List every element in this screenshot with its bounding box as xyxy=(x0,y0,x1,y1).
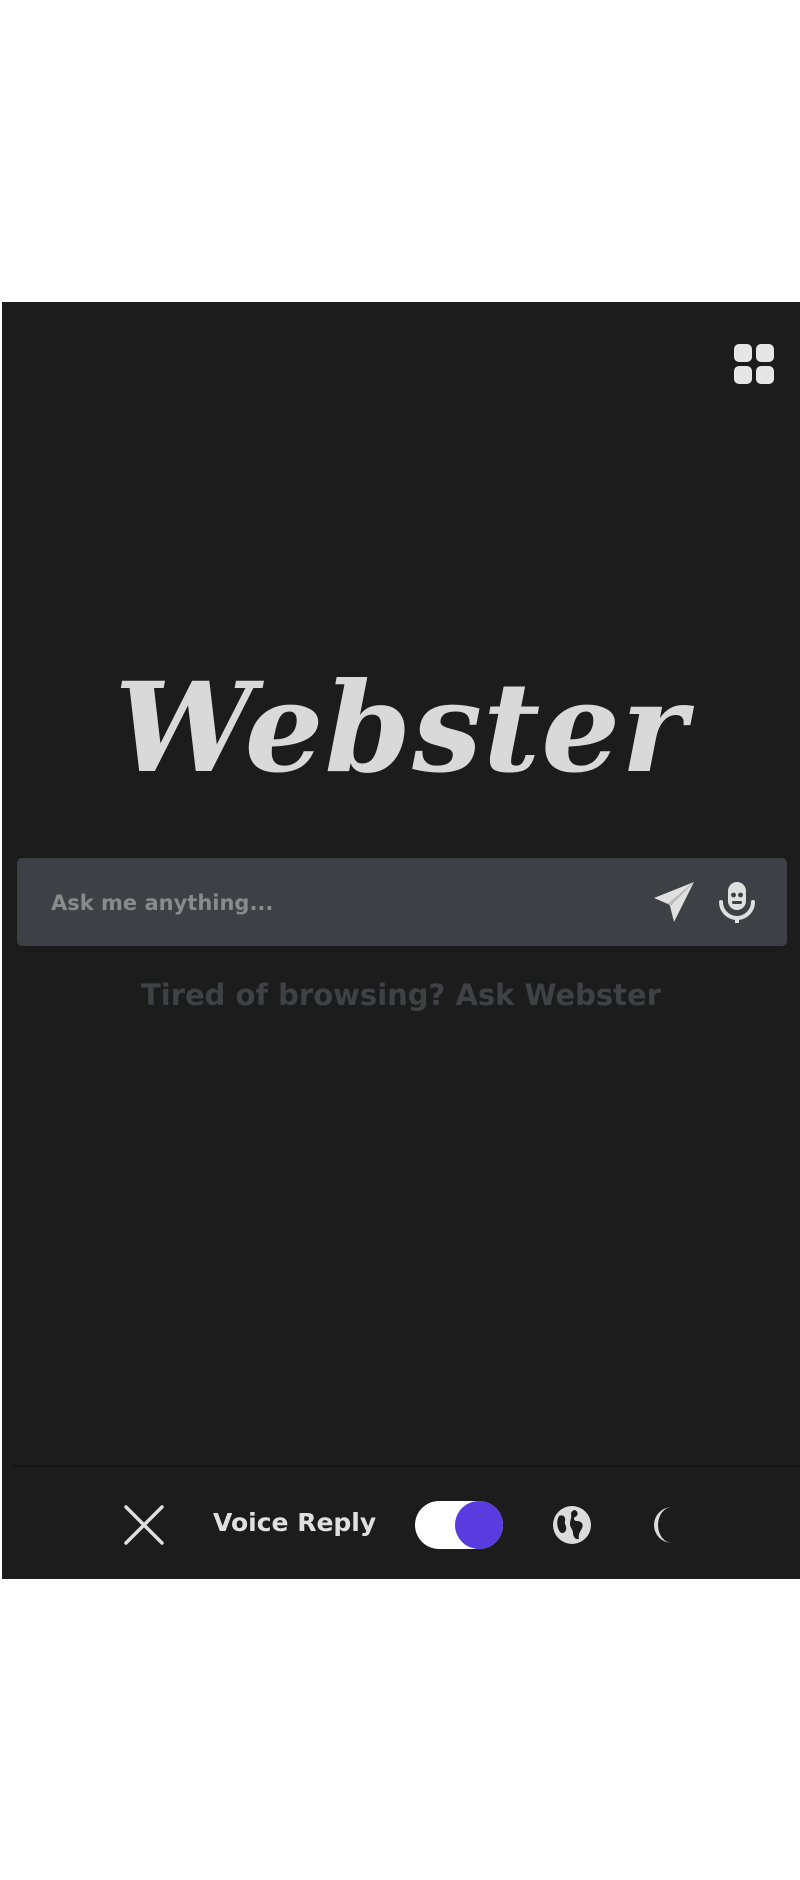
moon-icon xyxy=(654,1507,672,1543)
language-button[interactable] xyxy=(551,1504,593,1546)
apps-menu-button[interactable] xyxy=(734,344,774,384)
paper-plane-icon xyxy=(654,882,694,922)
microphone-icon xyxy=(719,882,755,923)
send-button[interactable] xyxy=(650,878,698,926)
grid-apps-icon xyxy=(734,344,774,384)
webster-logo: Webster xyxy=(114,656,688,801)
search-bar xyxy=(17,858,787,948)
close-button[interactable] xyxy=(122,1503,166,1547)
theme-toggle-button[interactable] xyxy=(642,1503,686,1547)
toggle-knob xyxy=(455,1501,503,1549)
mic-button[interactable] xyxy=(713,878,761,926)
webster-app: Webster Tired of browsing? Ask Webster xyxy=(2,302,800,1579)
globe-icon xyxy=(553,1506,591,1544)
tagline: Tired of browsing? Ask Webster xyxy=(140,978,662,1012)
close-icon xyxy=(124,1505,164,1545)
search-input[interactable] xyxy=(49,858,613,948)
voice-reply-label: Voice Reply xyxy=(213,1508,377,1537)
footer-toolbar: Voice Reply xyxy=(2,1467,800,1579)
voice-reply-toggle[interactable] xyxy=(415,1501,503,1549)
